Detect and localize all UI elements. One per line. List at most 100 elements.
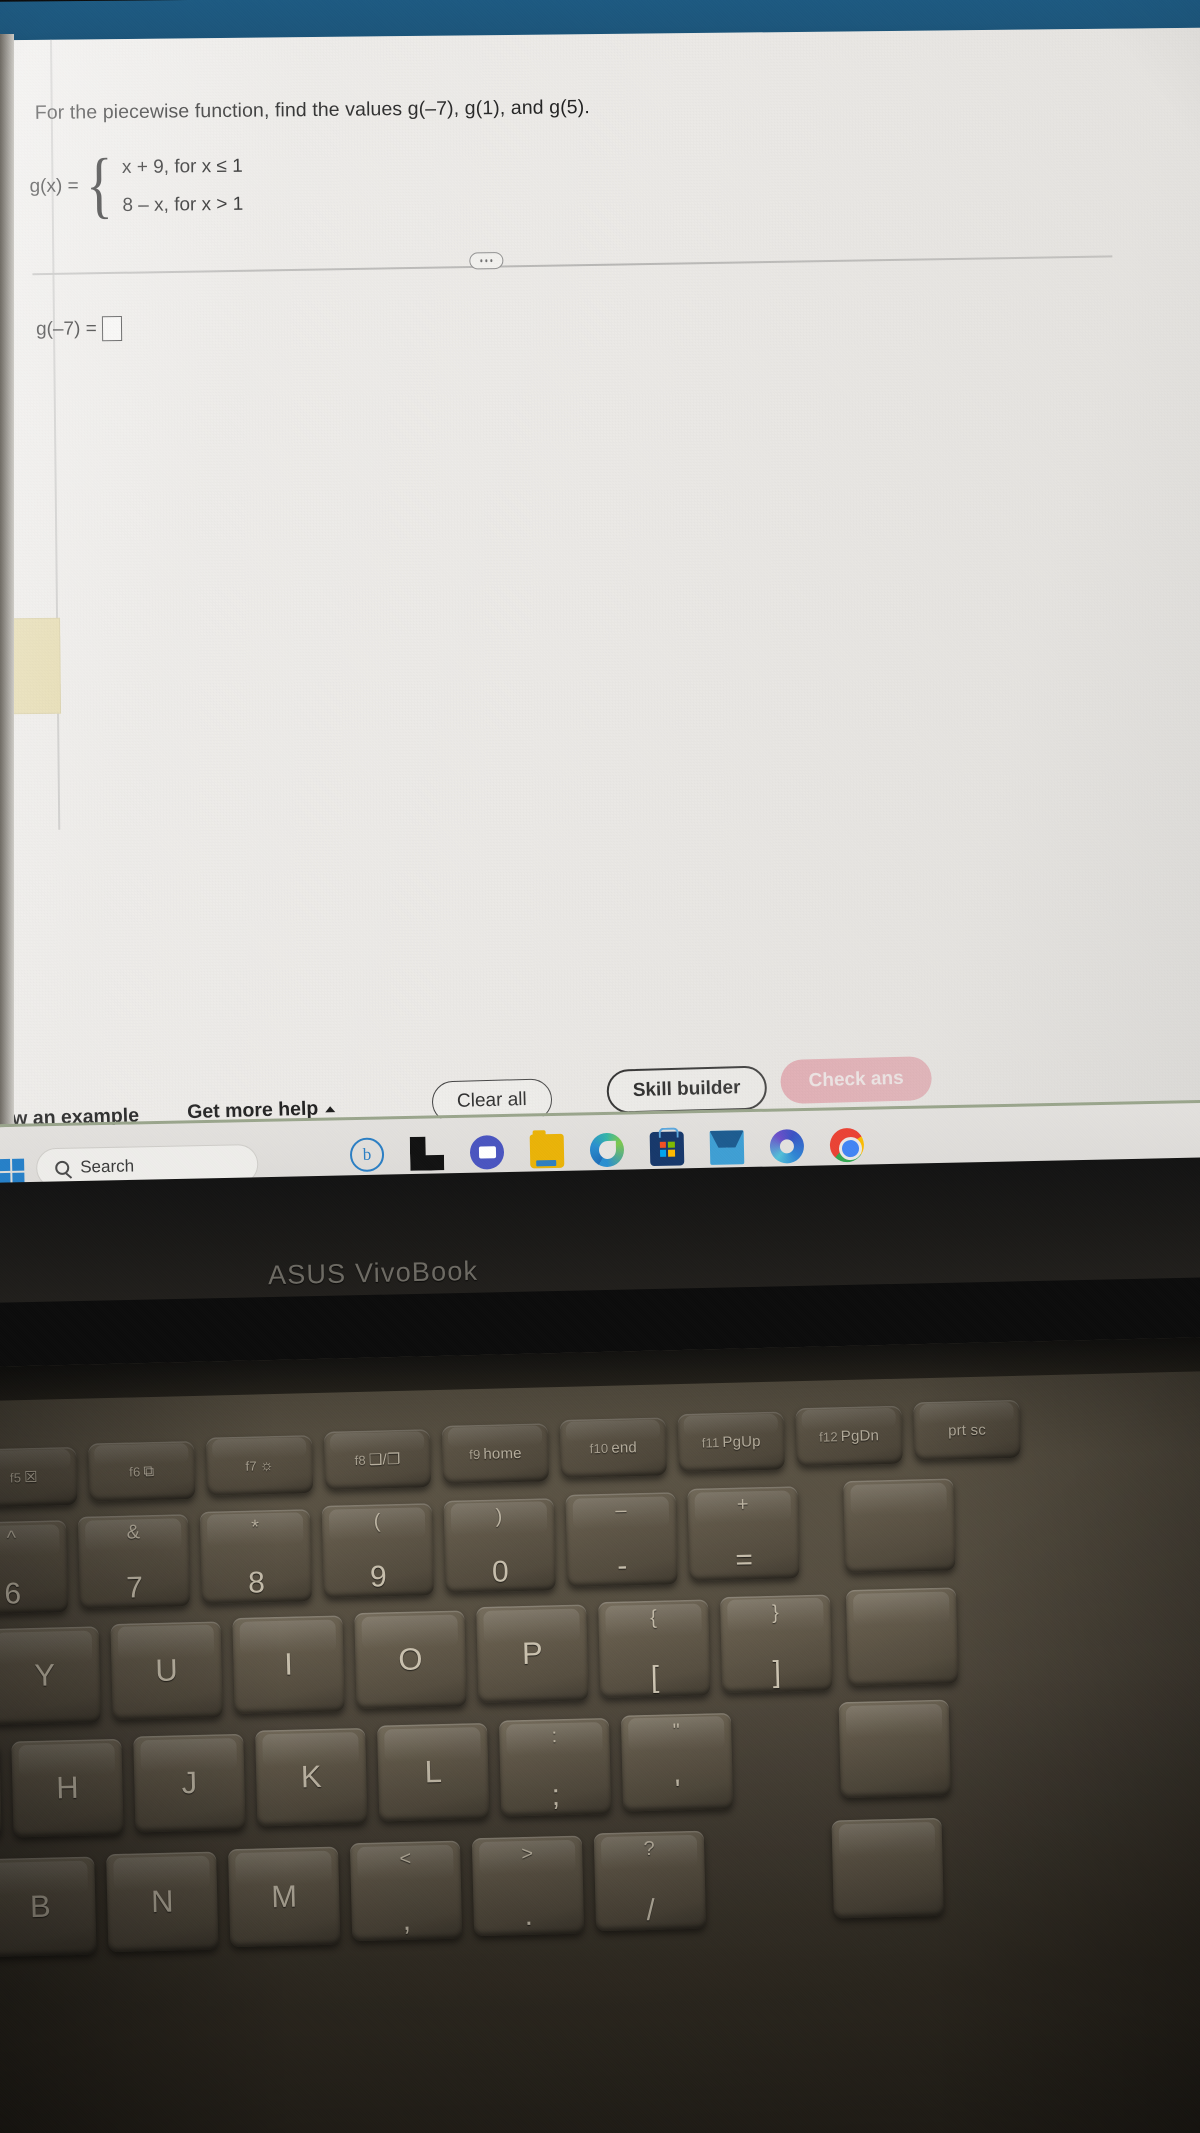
start-icon[interactable] xyxy=(0,1158,25,1186)
key-legend: f8 ❑/❐ xyxy=(324,1429,431,1490)
key-legend: N xyxy=(150,1883,174,1919)
key-fn-f5[interactable]: f5 ☒ xyxy=(0,1446,78,1508)
key-K[interactable]: K xyxy=(255,1728,368,1827)
chrome-icon[interactable] xyxy=(829,1127,865,1174)
key-legend: f11 PgUp xyxy=(678,1412,785,1473)
skill-builder-button[interactable]: Skill builder xyxy=(606,1065,768,1114)
key-/[interactable]: ? / xyxy=(593,1830,707,1932)
key-fn-glyph: ☒ xyxy=(23,1468,39,1487)
key-lower-legend: , xyxy=(402,1904,412,1938)
key-Y[interactable]: Y xyxy=(0,1626,101,1725)
key-legend: H xyxy=(55,1769,80,1806)
keyboard-deck: f5 ☒ f6 ⧉ f7 ☼ f8 ❑/❐ f9 home f10 end f11 PgUp f12 PgDn… xyxy=(0,1335,1200,2133)
key-lower-legend: = xyxy=(734,1543,754,1578)
key-;[interactable]: :; xyxy=(498,1717,612,1817)
key-legend: f10 end xyxy=(560,1417,667,1478)
key-fn-number: f6 xyxy=(128,1463,141,1480)
key-0[interactable]: ) 0 xyxy=(443,1497,556,1593)
key-J[interactable]: J xyxy=(133,1733,246,1833)
key-fn-number: f12 xyxy=(818,1428,838,1445)
piece-2: 8 – x, for x > 1 xyxy=(122,193,244,217)
key-H[interactable]: H xyxy=(11,1738,124,1838)
piecewise-definition: g(x) = { x + 9, for x ≤ 1 8 – x, for x >… xyxy=(29,144,244,226)
key-][interactable]: }] xyxy=(719,1594,833,1693)
keyboard: f5 ☒ f6 ⧉ f7 ☼ f8 ❑/❐ f9 home f10 end f11 PgUp f12 PgDn… xyxy=(0,1336,1200,2133)
answer-row: g(–7) = xyxy=(36,316,122,342)
key-legend: J xyxy=(181,1764,198,1801)
key-9[interactable]: (9 xyxy=(321,1503,434,1599)
key-partial-right-0[interactable] xyxy=(843,1478,956,1574)
key-lower-legend: - xyxy=(616,1549,628,1583)
key-.[interactable]: >. xyxy=(471,1835,585,1937)
key-fn-number: f11 xyxy=(701,1434,720,1451)
key-P[interactable]: P xyxy=(476,1604,589,1704)
key-legend: f12 PgDn xyxy=(795,1406,902,1467)
key-fn-glyph: ⧉ xyxy=(143,1462,155,1480)
key-upper-legend: * xyxy=(250,1516,260,1539)
key-fn-prtsc[interactable]: prt sc xyxy=(913,1399,1021,1461)
key-upper-legend: } xyxy=(771,1601,780,1624)
key-fn-f8[interactable]: f8 ❑/❐ xyxy=(323,1429,432,1490)
key-U[interactable]: U xyxy=(110,1620,223,1720)
search-placeholder: Search xyxy=(80,1156,135,1177)
key-upper-legend: ^ xyxy=(6,1527,17,1550)
key-partial-right-1[interactable] xyxy=(845,1587,959,1687)
key-B[interactable]: B xyxy=(0,1856,97,1958)
answer-input[interactable] xyxy=(101,316,122,342)
key-I[interactable]: I xyxy=(232,1615,345,1715)
key-partial-right-2[interactable] xyxy=(838,1699,951,1799)
key-upper-legend: { xyxy=(649,1606,658,1629)
key-fn-f9[interactable]: f9 home xyxy=(441,1423,550,1484)
key-fn-f10[interactable]: f10 end xyxy=(559,1417,668,1478)
key-lower-legend: 6 xyxy=(3,1577,22,1611)
key-fn-number: f8 xyxy=(354,1452,367,1468)
key--[interactable]: – - xyxy=(565,1492,678,1587)
key-8[interactable]: * 8 xyxy=(199,1508,312,1604)
file-explorer-icon[interactable] xyxy=(529,1133,565,1169)
key-legend: U xyxy=(154,1652,179,1688)
key-legend: f6 ⧉ xyxy=(88,1441,195,1502)
key-N[interactable]: N xyxy=(106,1851,219,1952)
copilot-icon[interactable]: b xyxy=(349,1137,385,1173)
key-upper-legend: & xyxy=(126,1521,141,1545)
app-dark-icon[interactable] xyxy=(410,1136,445,1171)
key-fn-number: f7 xyxy=(245,1457,257,1474)
key-fn-glyph: ❑/❐ xyxy=(368,1450,401,1469)
key-lower-legend: 0 xyxy=(491,1554,510,1589)
key-lower-legend: ] xyxy=(772,1655,782,1689)
key-legend: B xyxy=(29,1888,52,1925)
key-fn-f11[interactable]: f11 PgUp xyxy=(677,1411,785,1473)
key-partial-left-2[interactable] xyxy=(0,1741,2,1841)
key-L[interactable]: L xyxy=(377,1722,490,1822)
key-fn-number: f10 xyxy=(589,1440,609,1456)
piece-1: x + 9, for x ≤ 1 xyxy=(121,155,243,179)
key-[[interactable]: {[ xyxy=(598,1599,711,1699)
key-fn-f7[interactable]: f7 ☼ xyxy=(205,1435,314,1496)
key-fn-glyph: PgDn xyxy=(840,1426,880,1445)
answer-label: g(–7) = xyxy=(35,317,97,340)
section-divider xyxy=(32,255,1113,276)
microsoft-store-icon[interactable] xyxy=(649,1131,685,1167)
mail-icon[interactable] xyxy=(709,1130,745,1165)
key-fn-f6[interactable]: f6 ⧉ xyxy=(88,1440,196,1502)
edge-icon[interactable] xyxy=(589,1132,625,1168)
key-=[interactable]: + = xyxy=(687,1486,800,1582)
key-legend: f7 ☼ xyxy=(206,1435,313,1496)
teams-icon[interactable] xyxy=(469,1135,505,1170)
check-answer-button[interactable]: Check ans xyxy=(780,1056,933,1105)
laptop-photo: For the piecewise function, find the val… xyxy=(0,0,1200,2133)
more-options-icon[interactable] xyxy=(469,251,504,270)
key-7[interactable]: & 7 xyxy=(77,1514,191,1610)
key-,[interactable]: <, xyxy=(349,1840,463,1942)
key-M[interactable]: M xyxy=(228,1846,341,1947)
key-upper-legend: ( xyxy=(373,1510,381,1533)
key-lower-legend: 9 xyxy=(369,1560,388,1594)
key-fn-f12[interactable]: f12 PgDn xyxy=(795,1405,903,1467)
onedrive-icon[interactable] xyxy=(769,1128,805,1164)
key-partial-right-3[interactable] xyxy=(831,1817,944,1919)
key-6[interactable]: ^ 6 xyxy=(0,1520,69,1615)
key-O[interactable]: O xyxy=(354,1610,467,1709)
key-upper-legend: ? xyxy=(643,1837,655,1861)
laptop-screen: For the piecewise function, find the val… xyxy=(0,27,1200,1191)
key-'[interactable]: " ' xyxy=(620,1712,734,1812)
